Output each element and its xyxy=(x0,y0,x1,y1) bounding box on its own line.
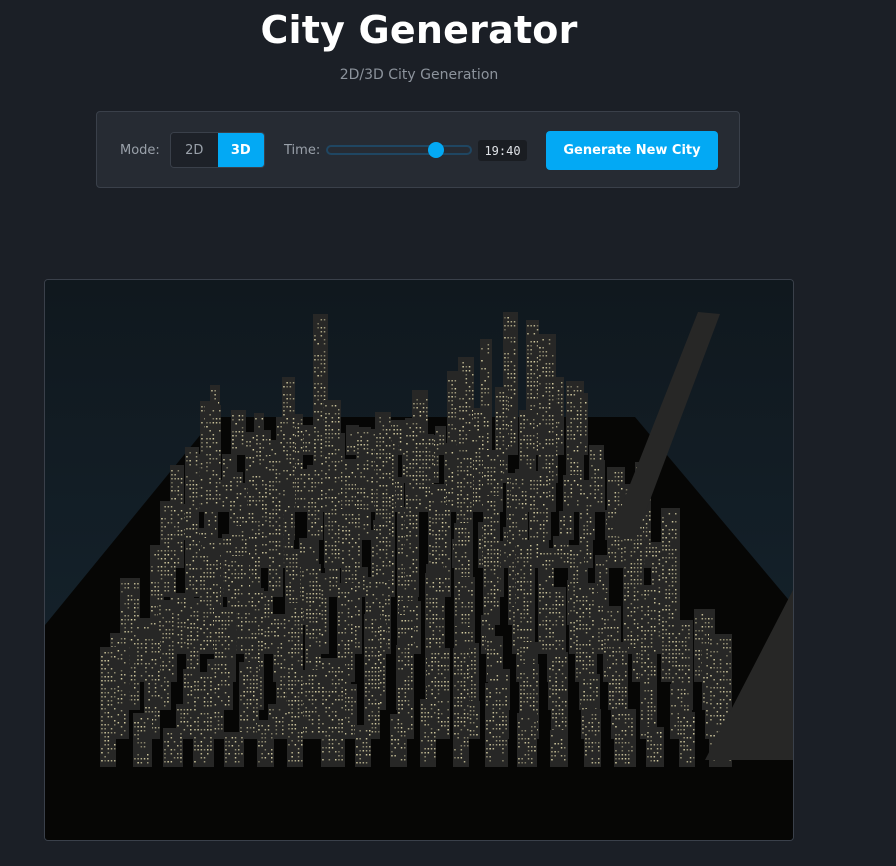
page-title: City Generator xyxy=(260,8,578,52)
mode-3d-button[interactable]: 3D xyxy=(217,133,264,167)
building xyxy=(595,555,609,597)
time-value: 19:40 xyxy=(478,140,527,161)
mode-label: Mode: xyxy=(120,143,160,158)
building xyxy=(193,672,214,767)
building xyxy=(158,600,177,682)
mode-toggle: 2D 3D xyxy=(170,132,265,168)
building xyxy=(405,418,419,580)
time-slider[interactable] xyxy=(326,139,472,161)
time-label: Time: xyxy=(284,143,321,158)
building xyxy=(646,727,664,767)
building xyxy=(375,412,391,580)
building xyxy=(268,456,283,597)
building xyxy=(485,683,508,767)
building xyxy=(224,732,244,767)
generate-city-button[interactable]: Generate New City xyxy=(546,131,718,170)
building xyxy=(301,670,323,739)
building xyxy=(287,603,303,767)
building xyxy=(163,728,183,767)
building xyxy=(231,410,246,455)
building xyxy=(133,713,152,767)
building xyxy=(563,475,579,512)
building xyxy=(550,730,568,767)
building xyxy=(321,658,345,767)
building xyxy=(614,709,636,767)
building xyxy=(344,459,358,512)
building xyxy=(575,583,597,682)
building xyxy=(553,536,569,568)
building xyxy=(453,648,469,767)
building xyxy=(239,662,259,739)
building xyxy=(100,647,116,767)
city-3d-scene xyxy=(45,280,793,840)
building xyxy=(355,725,371,767)
building xyxy=(390,714,407,767)
building xyxy=(185,447,199,597)
time-slider-track xyxy=(326,145,472,155)
building xyxy=(679,712,695,767)
building xyxy=(566,381,584,483)
building xyxy=(420,699,436,767)
page-subtitle: 2D/3D City Generation xyxy=(339,67,499,83)
building xyxy=(584,709,601,767)
building xyxy=(364,614,380,739)
building xyxy=(305,564,321,682)
building xyxy=(483,496,500,625)
building xyxy=(559,511,574,540)
building xyxy=(551,652,568,739)
time-slider-thumb[interactable] xyxy=(427,142,444,158)
building xyxy=(257,720,274,767)
building xyxy=(324,400,341,568)
building xyxy=(307,465,323,540)
building xyxy=(517,713,537,767)
building xyxy=(205,405,221,510)
city-canvas[interactable] xyxy=(44,279,794,841)
mode-2d-button[interactable]: 2D xyxy=(171,133,218,167)
control-panel: Mode: 2D 3D Time: 19:40 Generate New Cit… xyxy=(96,111,740,188)
